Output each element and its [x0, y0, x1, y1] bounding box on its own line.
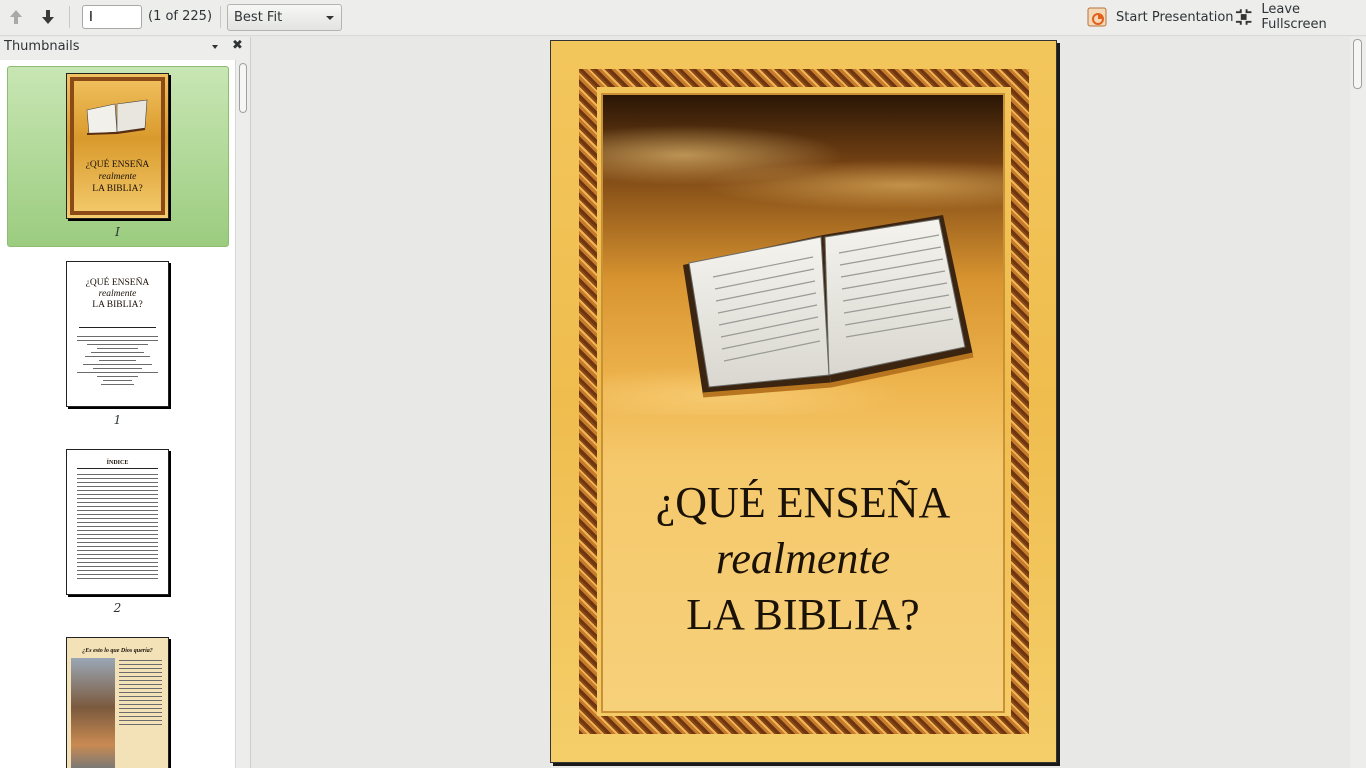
text-block	[77, 336, 158, 388]
chevron-down-icon	[326, 16, 334, 20]
start-presentation-button[interactable]: Start Presentation	[1086, 5, 1234, 29]
arrow-up-icon	[10, 10, 22, 24]
thumbnail-page-illustrated: ¿Es esto lo que Dios quería?	[66, 637, 169, 768]
thumbnail-cover-title-line3: LA BIBLIA?	[92, 184, 143, 194]
thumbnail-title-line1: ¿QUÉ ENSEÑA	[85, 278, 150, 288]
toolbar-separator	[69, 6, 70, 28]
thumbnail-title-line2: realmente	[98, 289, 137, 299]
start-presentation-label: Start Presentation	[1116, 9, 1234, 25]
scrollbar-thumb[interactable]	[239, 63, 247, 113]
document-page: ¿QUÉ ENSEÑA realmente LA BIBLIA?	[550, 40, 1057, 763]
page-number-input[interactable]	[82, 5, 142, 29]
previous-page-button[interactable]	[4, 6, 28, 28]
zoom-select[interactable]: Best Fit	[227, 4, 342, 31]
leave-fullscreen-button[interactable]: Leave Fullscreen	[1234, 2, 1366, 32]
cover-title: ¿QUÉ ENSEÑA realmente LA BIBLIA?	[601, 475, 1005, 643]
cover-title-line2: realmente	[715, 534, 891, 583]
arrow-down-icon	[42, 10, 54, 24]
thumbnail-index-heading: ÍNDICE	[106, 460, 129, 466]
thumbnail-page-cover: ¿QUÉ ENSEÑA realmente LA BIBLIA?	[66, 73, 169, 219]
thumbnail-page-index: ÍNDICE	[66, 449, 169, 595]
chevron-down-icon[interactable]	[212, 45, 218, 49]
document-scrollbar[interactable]	[1350, 37, 1366, 768]
index-lines	[77, 474, 158, 582]
sidebar-header: Thumbnails ✖	[0, 37, 250, 58]
toolbar: (1 of 225) Best Fit Start Presentation L…	[0, 0, 1366, 36]
thumbnail-cover-title-line1: ¿QUÉ ENSEÑA	[85, 160, 150, 170]
thumbnail-title-line3: LA BIBLIA?	[92, 300, 143, 310]
thumbnail-label: I	[115, 225, 120, 239]
thumbnail-page-title: ¿QUÉ ENSEÑA realmente LA BIBLIA?	[66, 261, 169, 407]
divider	[77, 468, 158, 469]
bible-icon	[86, 99, 148, 135]
open-bible-icon	[683, 215, 974, 398]
leave-fullscreen-icon	[1235, 9, 1252, 25]
toolbar-separator	[220, 6, 221, 28]
sidebar-title[interactable]: Thumbnails	[4, 39, 80, 54]
thumbnail-cover-title-line2: realmente	[98, 172, 137, 182]
scrollbar-thumb[interactable]	[1353, 39, 1362, 89]
close-icon[interactable]: ✖	[232, 38, 243, 53]
thumbnail-label: 2	[113, 601, 122, 615]
thumbnail-scrollbar[interactable]	[235, 60, 250, 768]
thumbnail-label: 1	[113, 413, 122, 427]
thumbnail-list[interactable]: ¿QUÉ ENSEÑA realmente LA BIBLIA? I ¿QUÉ …	[0, 60, 235, 768]
next-page-button[interactable]	[36, 6, 60, 28]
page-count: (1 of 225)	[148, 9, 213, 24]
cover-title-line1: ¿QUÉ ENSEÑA	[655, 478, 951, 527]
document-view[interactable]: ¿QUÉ ENSEÑA realmente LA BIBLIA?	[252, 37, 1350, 768]
text-block	[119, 660, 162, 728]
leave-fullscreen-label: Leave Fullscreen	[1261, 2, 1327, 32]
presentation-icon	[1087, 7, 1107, 27]
sidebar: Thumbnails ✖ ¿QUÉ ENSEÑA realmente LA BI…	[0, 37, 251, 768]
illustration	[71, 658, 115, 768]
zoom-select-value: Best Fit	[234, 10, 283, 25]
divider	[79, 327, 156, 328]
cover-title-line3: LA BIBLIA?	[686, 590, 920, 639]
thumbnail-illustrated-heading: ¿Es esto lo que Dios quería?	[82, 648, 153, 654]
